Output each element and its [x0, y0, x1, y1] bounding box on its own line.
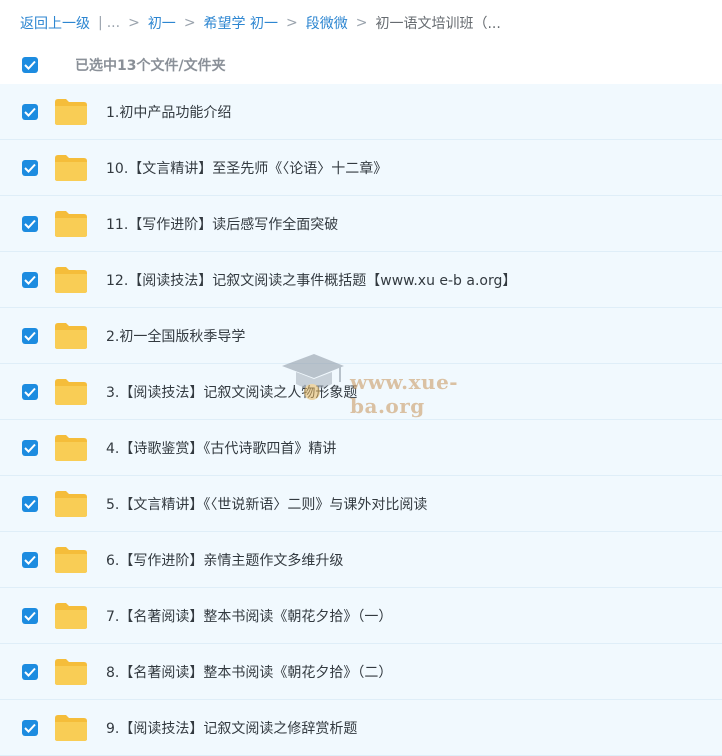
select-all-checkbox[interactable]: [22, 57, 38, 73]
file-name[interactable]: 4.【诗歌鉴赏】《古代诗歌四首》精讲: [106, 438, 336, 458]
breadcrumb-item-xi-wang-xue[interactable]: 希望学 初一: [204, 13, 278, 33]
check-icon: [24, 443, 36, 453]
folder-icon: [55, 266, 87, 293]
file-name[interactable]: 11.【写作进阶】读后感写作全面突破: [106, 214, 338, 234]
row-checkbox[interactable]: [22, 271, 38, 288]
row-checkbox[interactable]: [22, 383, 38, 400]
file-list: 1.初中产品功能介绍 10.【文言精讲】至圣先师《〈论语〉十二章》 11.【写作进阶…: [0, 84, 722, 756]
check-icon: [24, 723, 36, 733]
file-row[interactable]: 5.【文言精讲】《〈世说新语〉二则》与课外对比阅读: [0, 476, 722, 532]
file-row[interactable]: 8.【名著阅读】整本书阅读《朝花夕拾》（二）: [0, 644, 722, 700]
folder-icon: [55, 98, 87, 125]
row-checkbox[interactable]: [22, 551, 38, 568]
row-checkbox[interactable]: [22, 327, 38, 344]
folder-icon: [55, 602, 87, 629]
check-icon: [24, 499, 36, 509]
check-icon: [24, 219, 36, 229]
check-icon: [24, 60, 36, 70]
file-name[interactable]: 5.【文言精讲】《〈世说新语〉二则》与课外对比阅读: [106, 494, 427, 514]
folder-icon: [55, 714, 87, 741]
row-checkbox[interactable]: [22, 439, 38, 456]
file-name[interactable]: 1.初中产品功能介绍: [106, 102, 231, 122]
file-name[interactable]: 10.【文言精讲】至圣先师《〈论语〉十二章》: [106, 158, 387, 178]
folder-icon: [55, 210, 87, 237]
breadcrumb-ellipsis[interactable]: ...: [107, 15, 120, 31]
file-row[interactable]: 11.【写作进阶】读后感写作全面突破: [0, 196, 722, 252]
breadcrumb-separator: |: [98, 15, 103, 31]
file-name[interactable]: 2.初一全国版秋季导学: [106, 326, 245, 346]
file-row[interactable]: 7.【名著阅读】整本书阅读《朝花夕拾》（一）: [0, 588, 722, 644]
selection-bar: 已选中13个文件/文件夹: [0, 46, 722, 84]
file-row[interactable]: 10.【文言精讲】至圣先师《〈论语〉十二章》: [0, 140, 722, 196]
folder-icon: [55, 154, 87, 181]
file-row[interactable]: 1.初中产品功能介绍: [0, 84, 722, 140]
check-icon: [24, 387, 36, 397]
folder-icon: [55, 322, 87, 349]
file-name[interactable]: 8.【名著阅读】整本书阅读《朝花夕拾》（二）: [106, 662, 392, 682]
breadcrumb-item-duan-wei-wei[interactable]: 段微微: [306, 13, 348, 33]
row-checkbox[interactable]: [22, 719, 38, 736]
row-checkbox[interactable]: [22, 495, 38, 512]
chevron-right-icon: >: [355, 15, 368, 31]
folder-icon: [55, 658, 87, 685]
row-checkbox[interactable]: [22, 215, 38, 232]
file-row[interactable]: 9.【阅读技法】记叙文阅读之修辞赏析题: [0, 700, 722, 756]
breadcrumb-item-chu-yi[interactable]: 初一: [148, 13, 176, 33]
check-icon: [24, 331, 36, 341]
selection-count: 已选中13个文件/文件夹: [75, 58, 226, 74]
row-checkbox[interactable]: [22, 159, 38, 176]
check-icon: [24, 107, 36, 117]
check-icon: [24, 163, 36, 173]
file-row[interactable]: 12.【阅读技法】记叙文阅读之事件概括题【www.xu e-b a.org】: [0, 252, 722, 308]
row-checkbox[interactable]: [22, 663, 38, 680]
chevron-right-icon: >: [128, 15, 140, 31]
file-name[interactable]: 7.【名著阅读】整本书阅读《朝花夕拾》（一）: [106, 606, 392, 626]
file-row[interactable]: 4.【诗歌鉴赏】《古代诗歌四首》精讲: [0, 420, 722, 476]
check-icon: [24, 555, 36, 565]
file-name[interactable]: 12.【阅读技法】记叙文阅读之事件概括题【www.xu e-b a.org】: [106, 270, 516, 290]
breadcrumb-current: 初一语文培训班（...: [375, 16, 501, 32]
file-row[interactable]: 2.初一全国版秋季导学: [0, 308, 722, 364]
file-name[interactable]: 9.【阅读技法】记叙文阅读之修辞赏析题: [106, 718, 357, 738]
check-icon: [24, 275, 36, 285]
folder-icon: [55, 434, 87, 461]
file-name[interactable]: 6.【写作进阶】亲情主题作文多维升级: [106, 550, 343, 570]
breadcrumb: 返回上一级 | ... > 初一 > 希望学 初一 > 段微微 > 初一语文培训…: [0, 0, 722, 46]
file-name[interactable]: 3.【阅读技法】记叙文阅读之人物形象题: [106, 382, 357, 402]
folder-icon: [55, 546, 87, 573]
file-row[interactable]: 6.【写作进阶】亲情主题作文多维升级: [0, 532, 722, 588]
file-row[interactable]: 3.【阅读技法】记叙文阅读之人物形象题: [0, 364, 722, 420]
folder-icon: [55, 378, 87, 405]
back-link[interactable]: 返回上一级: [20, 13, 90, 33]
row-checkbox[interactable]: [22, 607, 38, 624]
row-checkbox[interactable]: [22, 103, 38, 120]
chevron-right-icon: >: [286, 15, 298, 31]
check-icon: [24, 667, 36, 677]
folder-icon: [55, 490, 87, 517]
chevron-right-icon: >: [183, 15, 196, 31]
check-icon: [24, 611, 36, 621]
